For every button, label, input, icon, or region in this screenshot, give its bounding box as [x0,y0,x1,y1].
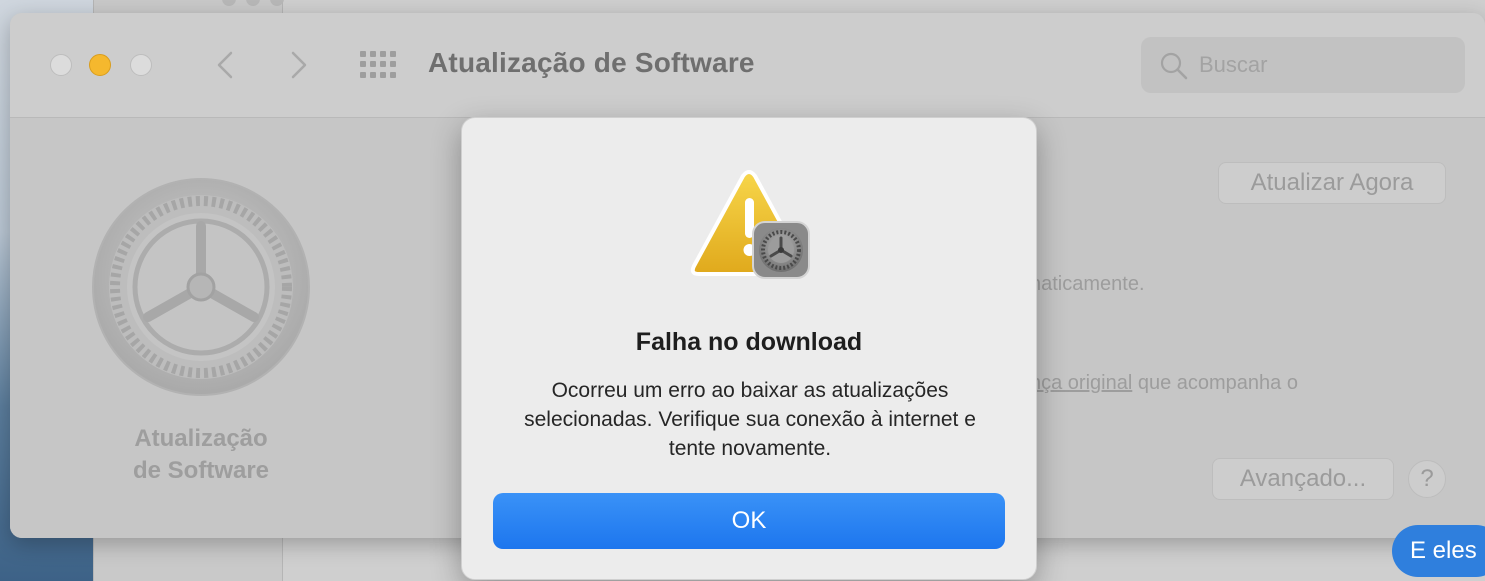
titlebar: Atualização de Software [10,13,1485,118]
license-text: nça original que acompanha o [1030,372,1298,395]
chevron-left-icon [217,51,233,79]
update-now-button[interactable]: Atualizar Agora [1218,162,1446,204]
bg-max-dot [270,0,284,6]
back-button[interactable] [206,45,246,85]
help-button[interactable]: ? [1408,460,1446,498]
software-update-gear-icon [92,178,310,396]
close-button[interactable] [50,54,72,76]
forward-button[interactable] [278,45,318,85]
auto-update-text: naticamente. [1030,273,1145,295]
sidebar-label-line1: Atualização [134,425,268,452]
background-window-controls [222,0,284,6]
sidebar-label: Atualização de Software [90,423,312,487]
search-field[interactable] [1141,37,1465,93]
license-link[interactable]: nça original [1030,372,1132,394]
alert-dialog: Falha no download Ocorreu um erro ao bai… [461,117,1037,580]
bg-min-dot [246,0,260,6]
bg-close-dot [222,0,236,6]
license-text-rest: que acompanha o [1132,372,1298,394]
chat-bubble[interactable]: E eles [1392,525,1485,577]
sidebar-label-line2: de Software [132,457,270,484]
ok-button[interactable]: OK [493,493,1005,549]
show-all-grid-icon[interactable] [360,51,398,79]
zoom-button[interactable] [130,54,152,76]
warning-icon [690,170,810,279]
dialog-title: Falha no download [635,328,863,356]
search-icon [1160,52,1188,80]
advanced-button[interactable]: Avançado... [1212,458,1394,500]
chevron-right-icon [291,51,307,79]
dialog-message: Ocorreu um erro ao baixar as atualizaçõe… [524,379,976,460]
window-title: Atualização de Software [428,47,755,78]
minimize-button[interactable] [89,54,111,76]
search-input[interactable] [1199,51,1449,79]
